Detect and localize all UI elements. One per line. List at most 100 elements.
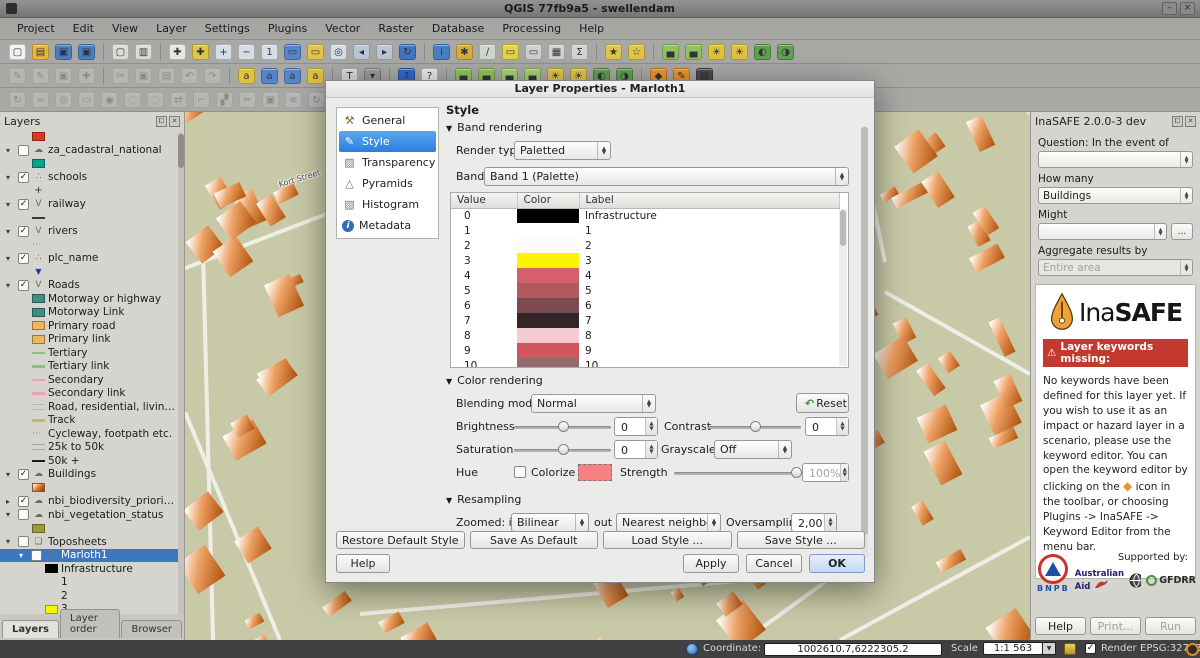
legend-item[interactable]: 2 (0, 589, 178, 603)
dialog-tab-general[interactable]: ⚒General (339, 110, 436, 131)
layer-checkbox[interactable]: ✓ (18, 496, 29, 507)
expander-icon[interactable]: ▾ (6, 200, 15, 209)
palette-color-swatch[interactable] (517, 343, 579, 358)
palette-label[interactable]: 2 (579, 238, 840, 253)
layer-checkbox[interactable]: ✓ (18, 226, 29, 237)
exposure-select[interactable]: Buildings▲▼ (1038, 187, 1193, 204)
layer-checkbox[interactable] (18, 145, 29, 156)
refresh-icon[interactable]: ↻ (399, 44, 416, 60)
palette-color-swatch[interactable] (517, 283, 579, 298)
menu-plugins[interactable]: Plugins (259, 19, 316, 38)
current-edits-icon[interactable]: ✎ (9, 68, 26, 84)
new-bookmark-icon[interactable]: ★ (605, 44, 622, 60)
palette-value[interactable]: 4 (451, 268, 517, 283)
fill-ring-icon[interactable]: ◉ (101, 92, 118, 108)
feature-action-icon[interactable]: ✱ (456, 44, 473, 60)
menu-view[interactable]: View (103, 19, 147, 38)
render-checkbox[interactable]: ✓ (1085, 643, 1096, 654)
palette-row[interactable]: 77 (451, 313, 840, 328)
strength-spinbox[interactable]: 100%▲▼ (802, 463, 849, 482)
rotate-point-symbols-icon[interactable]: ↻ (308, 92, 325, 108)
grayscale-select[interactable]: Off▲▼ (714, 440, 792, 459)
offset-curve-icon[interactable]: ⇄ (170, 92, 187, 108)
composer-manager-icon[interactable]: ▥ (135, 44, 152, 60)
palette-row[interactable]: 44 (451, 268, 840, 283)
merge-attributes-icon[interactable]: ≡ (285, 92, 302, 108)
function-options-button[interactable]: ... (1171, 223, 1193, 240)
menu-raster[interactable]: Raster (369, 19, 422, 38)
layer-checkbox[interactable]: ✓ (18, 280, 29, 291)
merge-features-icon[interactable]: ▣ (262, 92, 279, 108)
legend-item[interactable] (0, 481, 178, 495)
legend-item[interactable]: 25k to 50k (0, 441, 178, 455)
legend-item[interactable]: Primary road (0, 319, 178, 333)
layer-checkbox[interactable]: ✓ (18, 469, 29, 480)
dialog-tab-style[interactable]: ✎Style (339, 131, 436, 152)
dialog-tab-pyramids[interactable]: △Pyramids (339, 173, 436, 194)
palette-value[interactable]: 8 (451, 328, 517, 343)
panel-tab-layer-order[interactable]: Layer order (60, 609, 120, 638)
rotate-label-icon[interactable]: a (284, 68, 301, 84)
layer-checkbox[interactable]: ✓ (18, 199, 29, 210)
palette-row[interactable]: 55 (451, 283, 840, 298)
toggle-editing-icon[interactable]: ✎ (32, 68, 49, 84)
palette-value[interactable]: 6 (451, 298, 517, 313)
layer-item-toposheets[interactable]: ▾❏Toposheets (0, 535, 178, 549)
menu-project[interactable]: Project (8, 19, 64, 38)
expander-icon[interactable]: ▾ (6, 227, 15, 236)
expander-icon[interactable]: ▾ (6, 281, 15, 290)
palette-label[interactable]: 6 (579, 298, 840, 313)
close-button[interactable]: × (1180, 2, 1195, 15)
aggregation-select[interactable]: Entire area▲▼ (1038, 259, 1193, 276)
delete-part-icon[interactable]: ◌ (147, 92, 164, 108)
legend-item[interactable]: ▼ (0, 265, 178, 279)
legend-item[interactable]: Secondary (0, 373, 178, 387)
legend-item[interactable] (0, 522, 178, 536)
simplify-feature-icon[interactable]: ≈ (32, 92, 49, 108)
show-bookmarks-icon[interactable]: ☆ (628, 44, 645, 60)
move-label-icon[interactable]: a (261, 68, 278, 84)
palette-color-swatch[interactable] (517, 208, 579, 223)
menu-vector[interactable]: Vector (316, 19, 369, 38)
palette-row[interactable]: 11 (451, 223, 840, 238)
dialog-tab-histogram[interactable]: ▧Histogram (339, 194, 436, 215)
palette-value[interactable]: 10 (451, 358, 517, 368)
layer-item-roads[interactable]: ▾✓VRoads (0, 279, 178, 293)
legend-item[interactable]: Motorway or highway (0, 292, 178, 306)
map-refresh-icon[interactable] (1064, 643, 1076, 655)
palette-table[interactable]: ValueColorLabel 0Infrastructure112233445… (450, 192, 849, 368)
inasafe-print-button[interactable]: Print... (1090, 617, 1141, 635)
layer-item-marloth1[interactable]: ▾▦Marloth1 (0, 549, 178, 563)
dialog-scrollbar[interactable] (861, 126, 868, 558)
expander-icon[interactable]: ▾ (6, 173, 15, 182)
palette-row[interactable]: 22 (451, 238, 840, 253)
inasafe-help-button[interactable]: Help (1035, 617, 1086, 635)
open-project-icon[interactable]: ▤ (32, 44, 49, 60)
palette-color-swatch[interactable] (517, 358, 579, 368)
palette-color-swatch[interactable] (517, 313, 579, 328)
reshape-features-icon[interactable]: ⌐ (193, 92, 210, 108)
legend-item[interactable]: Tertiary link (0, 360, 178, 374)
layer-item-plc-name[interactable]: ▾✓∴plc_name (0, 252, 178, 266)
palette-label[interactable]: 8 (579, 328, 840, 343)
apply-button[interactable]: Apply (683, 554, 739, 573)
palette-color-swatch[interactable] (517, 238, 579, 253)
menu-layer[interactable]: Layer (147, 19, 196, 38)
hazard-select[interactable]: ▲▼ (1038, 151, 1193, 168)
function-select[interactable]: ▲▼ (1038, 223, 1167, 240)
identify-features-icon[interactable]: i (433, 44, 450, 60)
legend-item[interactable]: Motorway Link (0, 306, 178, 320)
layer-item-buildings[interactable]: ▾✓☁Buildings (0, 468, 178, 482)
resampling-section[interactable]: ▼Resampling (446, 493, 852, 506)
add-ring-icon[interactable]: ◎ (55, 92, 72, 108)
dialog-tab-transparency[interactable]: ▨Transparency (339, 152, 436, 173)
coordinate-field[interactable]: 1002610.7,6222305.2 (764, 643, 942, 656)
select-features-icon[interactable]: ▭ (502, 44, 519, 60)
local-contrast-icon[interactable]: ◐ (754, 44, 771, 60)
rotate-feature-icon[interactable]: ↻ (9, 92, 26, 108)
palette-color-swatch[interactable] (517, 298, 579, 313)
split-parts-icon[interactable]: ▞ (216, 92, 233, 108)
menu-settings[interactable]: Settings (196, 19, 259, 38)
palette-value[interactable]: 7 (451, 313, 517, 328)
render-type-select[interactable]: Paletted▲▼ (514, 141, 611, 160)
